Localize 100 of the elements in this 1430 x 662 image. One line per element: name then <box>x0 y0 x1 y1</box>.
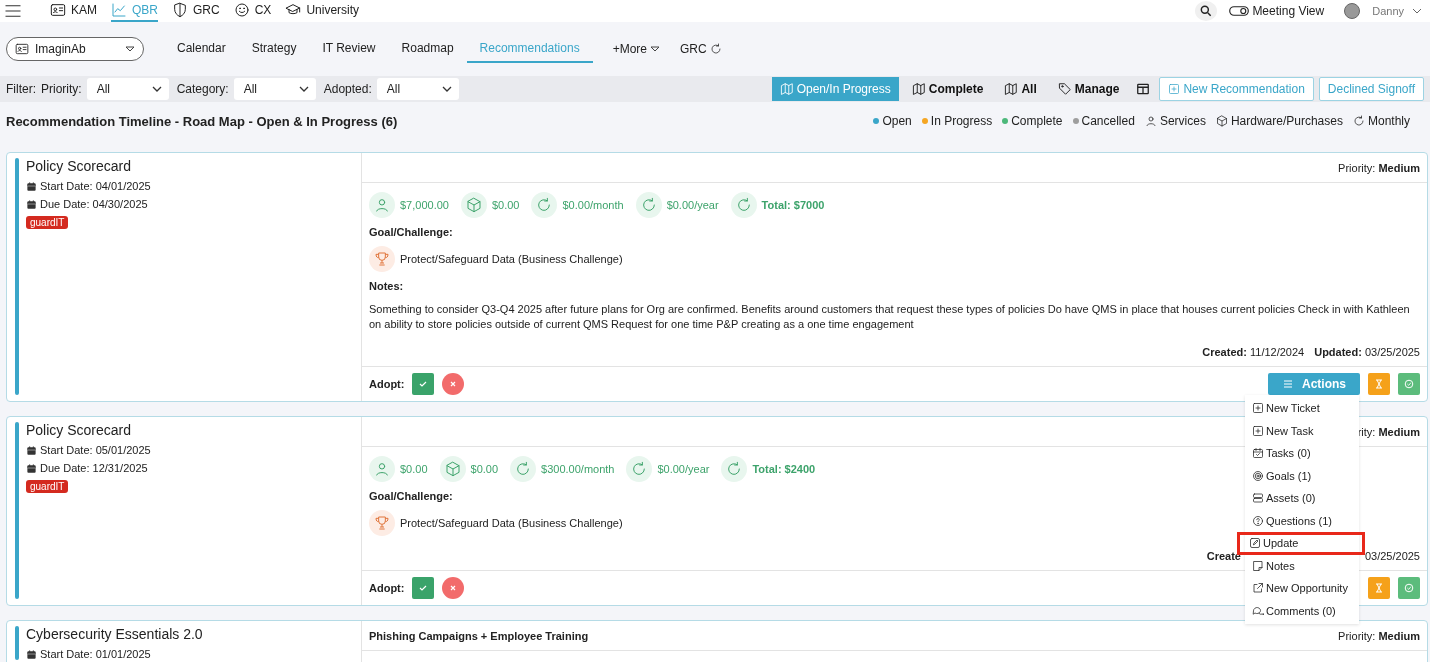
check-circle-icon <box>1404 583 1414 593</box>
filter-select[interactable]: All <box>233 78 316 100</box>
toggle-icon <box>1229 5 1250 17</box>
tab[interactable]: Calendar <box>164 35 239 63</box>
plus-square-icon <box>1252 402 1264 415</box>
tab[interactable]: Strategy <box>238 35 310 63</box>
person-icon <box>369 456 395 482</box>
tag-icon <box>1057 82 1072 96</box>
view-button[interactable]: Complete <box>903 77 992 101</box>
menu-item[interactable]: New Task <box>1245 419 1359 442</box>
search-button[interactable] <box>1195 1 1218 21</box>
start-date: Start Date: 05/01/2025 <box>40 444 151 456</box>
grc-link[interactable]: GRC <box>680 42 722 56</box>
external-link-icon <box>1252 582 1264 595</box>
cost-value: $7,000.00 <box>400 199 449 211</box>
check-icon <box>418 379 429 389</box>
card-subtitle: Phishing Campaigns + Employee Training <box>369 629 589 642</box>
note-icon <box>1252 559 1264 572</box>
menu-item[interactable]: New Opportunity <box>1245 577 1359 600</box>
trophy-icon <box>369 246 395 272</box>
priority-label: rity: Medium <box>1357 425 1420 438</box>
calendar-icon <box>26 198 37 210</box>
menu-item[interactable]: Tasks (0) <box>1245 442 1359 465</box>
edit-icon <box>1249 537 1261 550</box>
tab[interactable]: IT Review <box>309 35 389 63</box>
refresh-icon <box>635 192 662 218</box>
menu-item[interactable]: Goals (1) <box>1245 464 1359 487</box>
meeting-view-toggle[interactable]: Meeting View <box>1229 4 1325 18</box>
comments-icon <box>1252 604 1264 617</box>
cube-icon <box>439 456 466 482</box>
question-icon <box>1252 514 1264 527</box>
accept-button[interactable] <box>412 373 435 395</box>
legend-label: In Progress <box>930 114 993 128</box>
company-select[interactable]: ImaginAb <box>6 37 144 61</box>
tag-badge: guardIT <box>26 480 69 493</box>
calendar-icon <box>26 444 37 456</box>
reject-button[interactable] <box>442 373 465 395</box>
calendar-icon <box>1252 447 1264 460</box>
menu-item[interactable]: New Ticket <box>1245 397 1359 420</box>
adopt-label: Adopt: <box>369 378 405 390</box>
hourglass-icon <box>1374 379 1384 389</box>
start-date: Start Date: 01/01/2025 <box>40 648 151 660</box>
adopt-label: Adopt: <box>369 582 405 594</box>
filter-select[interactable]: All <box>86 78 169 100</box>
target-icon <box>1252 469 1264 482</box>
line-chart-icon <box>111 2 127 18</box>
columns-icon[interactable] <box>1136 82 1151 96</box>
legend-label: Monthly <box>1367 114 1410 128</box>
start-date: Start Date: 04/01/2025 <box>40 180 151 192</box>
filter-label: Filter: <box>6 82 36 96</box>
module-tab[interactable]: University <box>285 0 360 22</box>
goal-text: Protect/Safeguard Data (Business Challenge) <box>400 517 623 529</box>
cube-icon <box>460 192 487 218</box>
menu-item[interactable]: Update <box>1237 532 1365 555</box>
reject-button[interactable] <box>442 577 465 599</box>
user-menu[interactable]: Danny <box>1372 5 1422 17</box>
plus-square-icon <box>1168 83 1181 95</box>
due-date: Due Date: 12/31/2025 <box>40 462 148 474</box>
smiley-icon <box>233 2 250 18</box>
complete-button[interactable] <box>1398 577 1420 599</box>
menu-item[interactable]: Questions (1) <box>1245 509 1359 532</box>
notes-label: Notes: <box>369 280 404 292</box>
menu-item[interactable]: Notes <box>1245 554 1359 577</box>
menu-item[interactable]: Assets (0) <box>1245 487 1359 510</box>
view-button[interactable]: Manage <box>1049 77 1128 101</box>
menu-icon <box>1282 378 1294 390</box>
search-icon <box>1199 4 1214 18</box>
filter-label: Adopted: <box>323 82 372 96</box>
priority-label: Priority: Medium <box>1338 161 1420 174</box>
view-button[interactable]: All <box>996 77 1045 101</box>
refresh-icon <box>730 192 757 218</box>
module-tab[interactable]: KAM <box>50 0 97 22</box>
module-tab[interactable]: GRC <box>172 0 220 22</box>
complete-button[interactable] <box>1398 373 1420 395</box>
more-menu[interactable]: +More <box>612 42 660 56</box>
avatar-icon <box>1344 3 1361 19</box>
filter-select[interactable]: All <box>376 78 459 100</box>
card-title: Policy Scorecard <box>26 158 132 174</box>
menu-icon[interactable] <box>4 2 22 20</box>
filter-label: Priority: <box>41 82 82 96</box>
module-tab[interactable]: CX <box>233 0 272 22</box>
tab[interactable]: Roadmap <box>388 35 467 63</box>
accept-button[interactable] <box>412 577 435 599</box>
goal-label: Goal/Challenge: <box>369 490 453 502</box>
map-icon <box>1004 82 1019 96</box>
refresh-icon <box>626 456 653 482</box>
person-icon <box>1144 115 1157 127</box>
cost-value: $0.00 <box>470 463 499 475</box>
hourglass-button[interactable] <box>1368 373 1390 395</box>
hourglass-button[interactable] <box>1368 577 1390 599</box>
cost-value: $0.00/year <box>666 199 719 211</box>
refresh-icon <box>1352 115 1365 127</box>
cost-value: $0.00 <box>491 199 520 211</box>
person-icon <box>369 192 395 218</box>
map-icon <box>779 82 794 96</box>
notes-text: Something to consider Q3-Q4 2025 after future plans for Org are confirmed. Benefits around customers that request these types of policies Do have QMS in place that houses current policies Check in with Kathleen on ability to store policies outside of current QMS Request for one time P&P creating as a one time engagement <box>369 302 1411 332</box>
menu-item[interactable]: Comments (0) <box>1245 599 1359 622</box>
priority-label: Priority: Medium <box>1338 629 1420 642</box>
id-card-icon <box>50 2 66 18</box>
legend-label: Open <box>882 114 912 128</box>
